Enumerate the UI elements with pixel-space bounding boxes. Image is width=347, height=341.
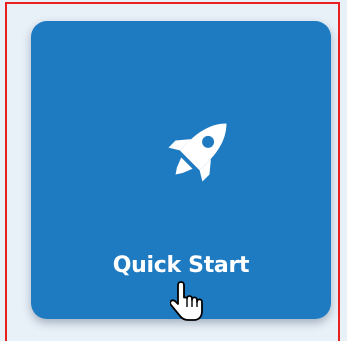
quick-start-tile[interactable]: Quick Start — [31, 21, 331, 319]
tile-label: Quick Start — [112, 253, 250, 278]
hand-pointer-icon — [170, 281, 203, 321]
rocket-icon — [168, 123, 227, 182]
